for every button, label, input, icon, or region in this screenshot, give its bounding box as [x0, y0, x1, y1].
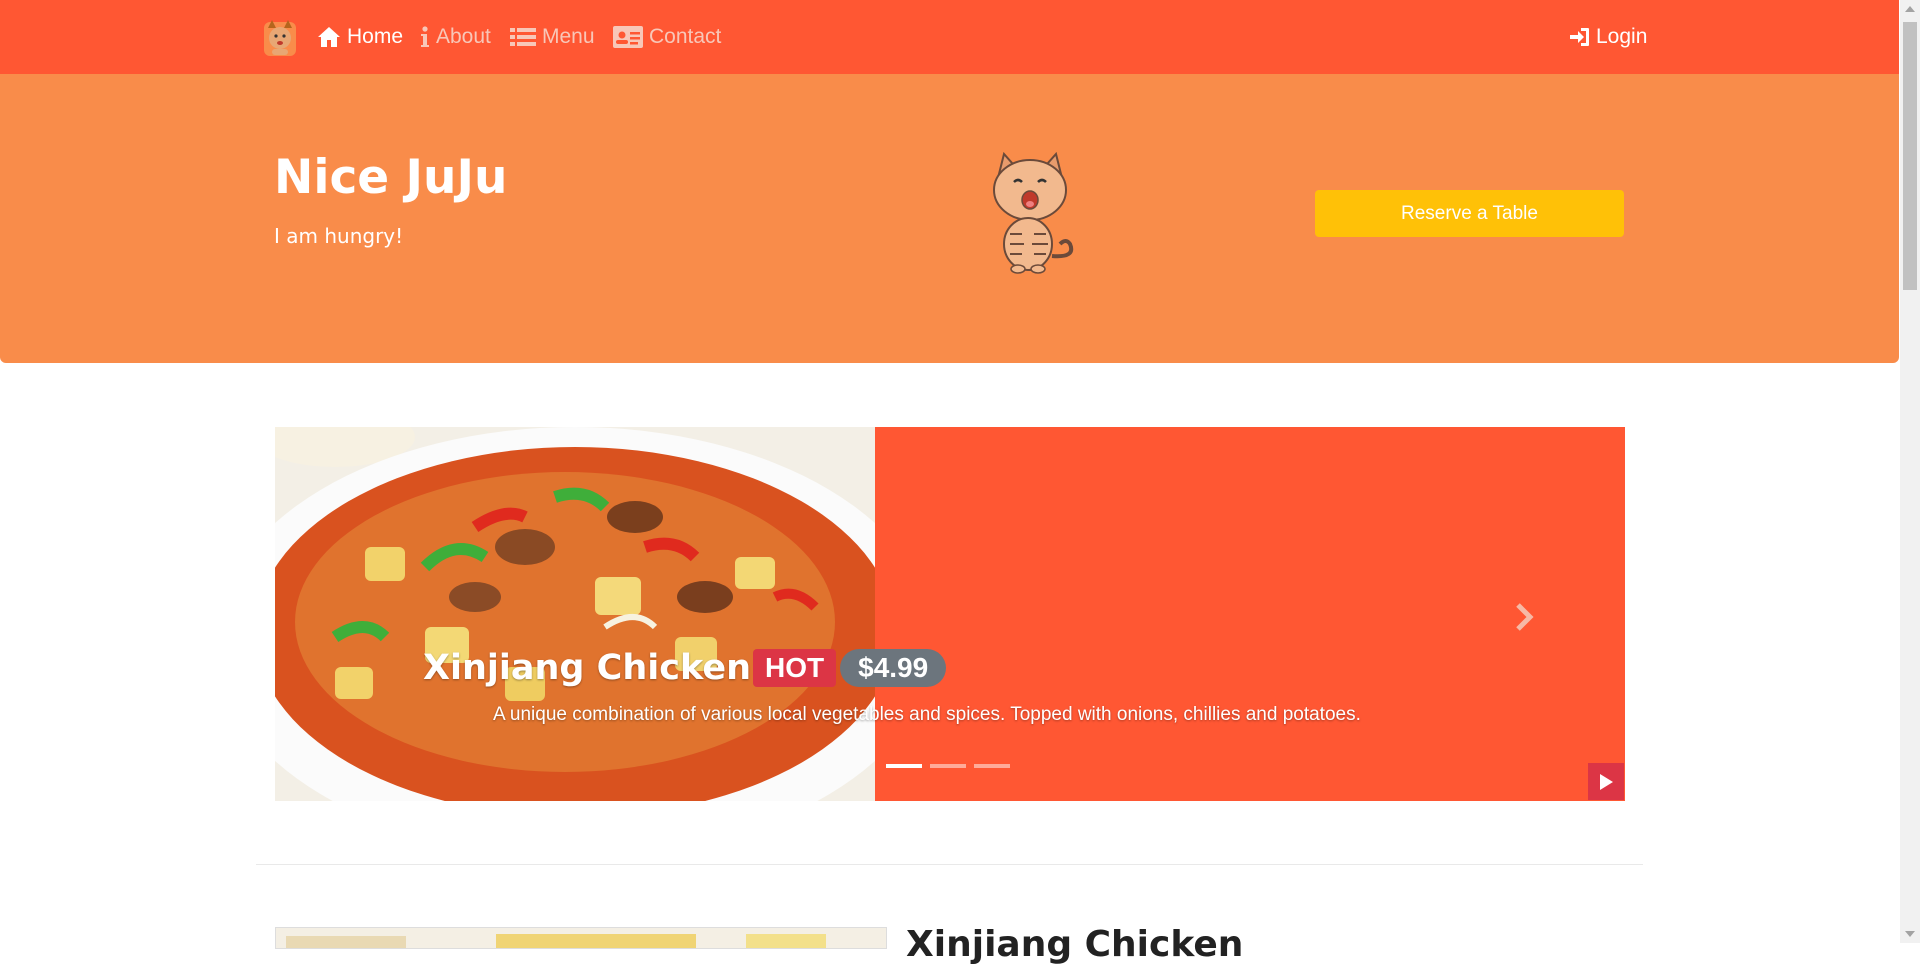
nav-home-label: Home	[347, 25, 404, 48]
section-divider	[256, 864, 1643, 865]
reserve-table-button[interactable]: Reserve a Table	[1315, 190, 1624, 237]
sign-in-icon	[1570, 27, 1590, 47]
chevron-right-icon[interactable]	[1512, 602, 1536, 632]
dish-description: A unique combination of various local ve…	[493, 704, 1361, 725]
hot-badge: HOT	[753, 649, 837, 687]
dish-name: Xinjiang Chicken	[423, 648, 752, 688]
play-button[interactable]	[1588, 763, 1624, 800]
brand-title: Nice JuJu	[274, 150, 508, 205]
carousel-indicator[interactable]	[930, 764, 966, 768]
carousel-indicator[interactable]	[886, 764, 922, 768]
carousel-indicators	[886, 764, 1010, 768]
home-icon	[317, 26, 341, 48]
list-icon	[510, 27, 536, 47]
play-icon	[1600, 773, 1613, 790]
nav-menu-label: Menu	[542, 25, 595, 48]
price-badge: $4.99	[840, 649, 947, 687]
top-navbar: Home About Menu Contact Login	[0, 0, 1899, 74]
nav-contact-link[interactable]: Contact	[613, 22, 721, 52]
page-scrollbar[interactable]	[1900, 0, 1920, 943]
login-label: Login	[1596, 25, 1648, 48]
nav-menu-link[interactable]: Menu	[510, 22, 595, 52]
cat-logo-icon[interactable]	[262, 18, 298, 58]
dish-card-title: Xinjiang Chicken	[906, 924, 1244, 965]
dish-card-image	[275, 927, 887, 949]
scroll-up-icon[interactable]	[1905, 6, 1915, 12]
nav-contact-label: Contact	[649, 25, 722, 48]
login-link[interactable]: Login	[1570, 22, 1647, 52]
nav-about-label: About	[436, 25, 491, 48]
nav-about-link[interactable]: About	[420, 22, 491, 52]
carousel-indicator[interactable]	[974, 764, 1010, 768]
carousel-caption-title: Xinjiang Chicken HOT $4.99	[423, 646, 947, 690]
info-icon	[420, 26, 430, 48]
dish-carousel	[275, 427, 1625, 801]
dish-photo	[275, 427, 875, 801]
scrollbar-thumb[interactable]	[1903, 22, 1917, 290]
brand-subtitle: I am hungry!	[274, 224, 404, 248]
contact-card-icon	[613, 26, 643, 48]
nav-home-link[interactable]: Home	[317, 22, 403, 52]
scroll-down-icon[interactable]	[1905, 931, 1915, 937]
cat-mascot-icon	[993, 151, 1074, 274]
